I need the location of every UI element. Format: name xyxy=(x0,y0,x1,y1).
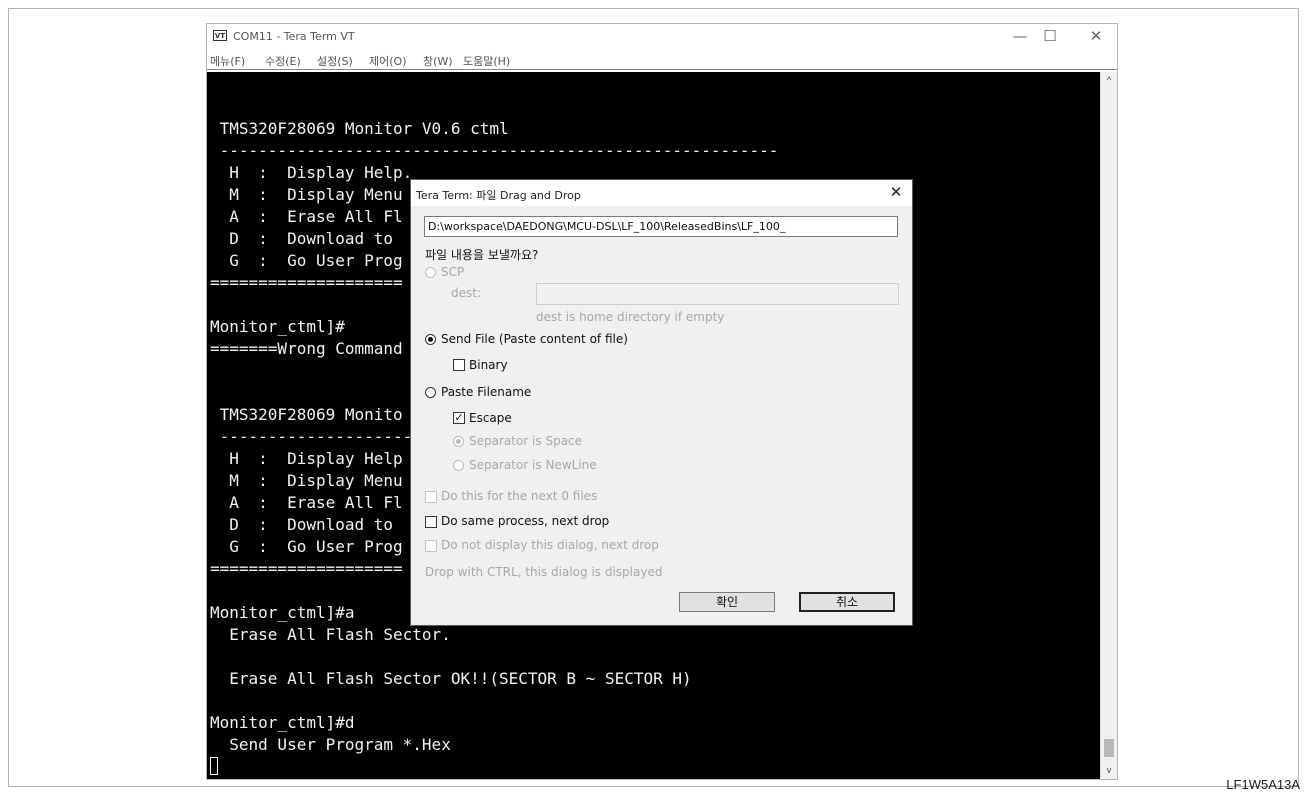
terminal-line: M : Display Menu xyxy=(210,471,403,490)
terminal-line: D : Download to xyxy=(210,515,394,534)
do-next-checkbox[interactable] xyxy=(425,491,437,503)
same-process-checkbox[interactable] xyxy=(425,516,437,528)
menu-bar: 메뉴(F) 수정(E) 설정(S) 제어(O) 창(W) 도움말(H) xyxy=(207,50,1117,70)
separator-space-label: Separator is Space xyxy=(469,434,583,448)
scp-label: SCP xyxy=(441,265,465,279)
tera-term-app-icon: VT xyxy=(213,30,227,41)
scroll-thumb[interactable] xyxy=(1104,739,1114,757)
cancel-button[interactable]: 취소 xyxy=(799,592,895,612)
dialog-title-bar[interactable]: Tera Term: 파일 Drag and Drop ✕ xyxy=(411,180,912,206)
menu-setup[interactable]: 설정(S) xyxy=(317,53,353,69)
minimize-icon[interactable]: — xyxy=(1007,25,1033,47)
figure-caption: LF1W5A13A xyxy=(1226,777,1300,792)
scroll-up-icon[interactable]: ^ xyxy=(1101,72,1117,89)
window-title: COM11 - Tera Term VT xyxy=(233,30,355,43)
dialog-close-icon[interactable]: ✕ xyxy=(886,183,906,201)
dialog-title: Tera Term: 파일 Drag and Drop xyxy=(416,189,581,202)
terminal-line: D : Download to xyxy=(210,229,394,248)
close-icon[interactable]: ✕ xyxy=(1083,25,1109,47)
send-question-label: 파일 내용을 보낼까요? xyxy=(425,248,539,262)
escape-checkbox[interactable]: ✓ xyxy=(453,412,465,424)
scp-radio[interactable] xyxy=(425,267,436,278)
terminal-line: Monitor_ctml]#d xyxy=(210,713,355,732)
terminal-line: Erase All Flash Sector. xyxy=(210,625,451,644)
terminal-line: A : Erase All Fl xyxy=(210,493,403,512)
terminal-cursor xyxy=(210,757,218,775)
terminal-line: TMS320F28069 Monito xyxy=(210,405,403,424)
terminal-line: Monitor_ctml]# xyxy=(210,317,345,336)
terminal-line: Erase All Flash Sector OK!!(SECTOR B ~ S… xyxy=(210,669,692,688)
terminal-line: =======Wrong Command xyxy=(210,339,403,358)
terminal-line: -------------------- xyxy=(210,427,413,446)
terminal-line: H : Display Help. xyxy=(210,163,413,182)
terminal-line: ----------------------------------------… xyxy=(210,141,779,160)
terminal-line: TMS320F28069 Monitor V0.6 ctml xyxy=(210,119,509,138)
menu-edit[interactable]: 수정(E) xyxy=(265,53,301,69)
menu-control[interactable]: 제어(O) xyxy=(369,53,406,69)
ok-button[interactable]: 확인 xyxy=(679,592,775,612)
scroll-down-icon[interactable]: v xyxy=(1101,762,1117,779)
paste-filename-radio[interactable] xyxy=(425,387,436,398)
dest-input[interactable] xyxy=(536,283,899,305)
escape-label: Escape xyxy=(469,411,512,425)
separator-space-radio[interactable] xyxy=(453,436,464,447)
menu-file[interactable]: 메뉴(F) xyxy=(210,53,245,69)
binary-label: Binary xyxy=(469,358,508,372)
terminal-line: G : Go User Prog xyxy=(210,251,403,270)
not-display-label: Do not display this dialog, next drop xyxy=(441,538,659,552)
terminal-line: H : Display Help xyxy=(210,449,403,468)
separator-newline-label: Separator is NewLine xyxy=(469,458,597,472)
menu-window[interactable]: 창(W) xyxy=(423,53,453,69)
terminal-line: ==================== xyxy=(210,273,403,292)
send-file-label: Send File (Paste content of file) xyxy=(441,332,628,346)
title-bar[interactable]: VT COM11 - Tera Term VT — ☐ ✕ xyxy=(207,24,1117,50)
not-display-checkbox[interactable] xyxy=(425,540,437,552)
terminal-line: G : Go User Prog xyxy=(210,537,403,556)
menu-help[interactable]: 도움말(H) xyxy=(463,53,510,69)
dest-label: dest: xyxy=(451,286,481,300)
dest-hint: dest is home directory if empty xyxy=(536,310,725,324)
same-process-label: Do same process, next drop xyxy=(441,514,610,528)
terminal-line: ==================== xyxy=(210,559,403,578)
send-file-radio[interactable] xyxy=(425,334,436,345)
binary-checkbox[interactable] xyxy=(453,359,465,371)
terminal-line: Monitor_ctml]#a xyxy=(210,603,355,622)
paste-filename-label: Paste Filename xyxy=(441,385,532,399)
terminal-line: A : Erase All Fl xyxy=(210,207,403,226)
drag-and-drop-dialog: Tera Term: 파일 Drag and Drop ✕ D:\workspa… xyxy=(410,179,913,626)
terminal-line: Send User Program *.Hex xyxy=(210,735,451,754)
ctrl-hint: Drop with CTRL, this dialog is displayed xyxy=(425,565,663,579)
do-next-label: Do this for the next 0 files xyxy=(441,489,598,503)
vertical-scrollbar[interactable]: ^ v xyxy=(1100,72,1117,779)
maximize-icon[interactable]: ☐ xyxy=(1037,25,1063,47)
terminal-line: M : Display Menu xyxy=(210,185,403,204)
file-path-field[interactable]: D:\workspace\DAEDONG\MCU-DSL\LF_100\Rele… xyxy=(424,216,898,237)
separator-newline-radio[interactable] xyxy=(453,460,464,471)
